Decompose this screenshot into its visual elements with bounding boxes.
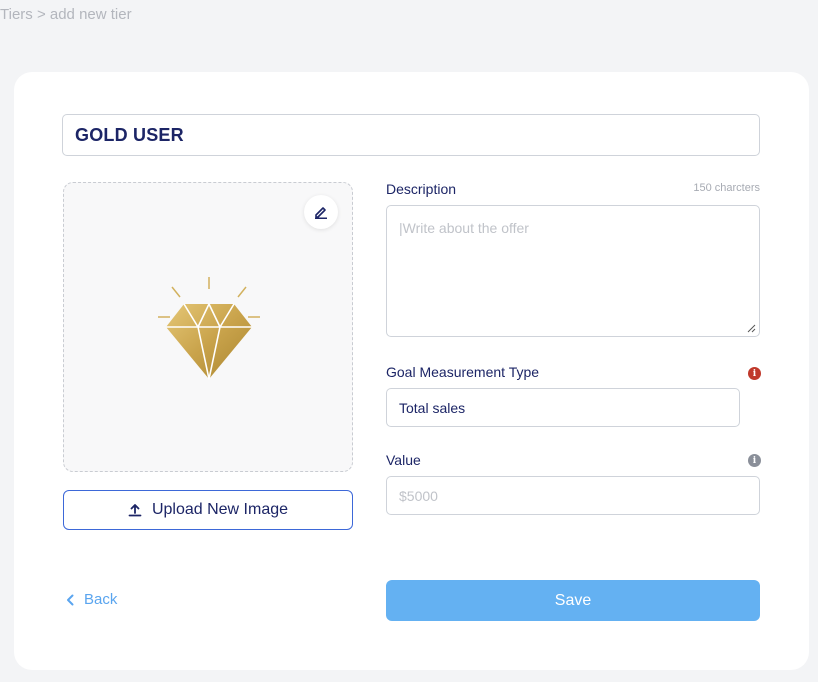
tier-image-dropzone[interactable] (63, 182, 353, 472)
description-label: Description (386, 181, 457, 197)
upload-image-button[interactable]: Upload New Image (63, 490, 353, 530)
resize-handle-icon[interactable] (747, 324, 756, 333)
goal-type-label: Goal Measurement Type (386, 364, 540, 380)
description-placeholder: |Write about the offer (399, 220, 529, 236)
back-link[interactable]: Back (66, 591, 117, 608)
tier-name-input[interactable]: GOLD USER (62, 114, 760, 156)
upload-icon (128, 504, 142, 517)
back-label: Back (84, 591, 118, 608)
diamond-icon (158, 277, 260, 380)
goal-info-icon[interactable]: i (748, 367, 761, 380)
character-counter: 150 charcters (693, 182, 760, 194)
goal-type-value: Total sales (399, 399, 466, 416)
edit-image-button[interactable] (304, 195, 338, 229)
save-button[interactable]: Save (386, 580, 760, 621)
value-label: Value (386, 452, 421, 468)
pencil-icon (315, 207, 327, 219)
value-placeholder: $5000 (399, 487, 438, 504)
goal-type-select[interactable]: Total sales (386, 388, 740, 427)
chevron-left-icon (67, 594, 74, 605)
upload-label: Upload New Image (151, 501, 289, 518)
value-info-icon[interactable]: i (748, 454, 761, 467)
description-textarea[interactable]: |Write about the offer (386, 205, 760, 337)
breadcrumb: Tiers > add new tier (0, 6, 132, 23)
add-tier-card: GOLD USER Upload New Image Description 1… (14, 72, 809, 670)
value-input[interactable]: $5000 (386, 476, 760, 515)
